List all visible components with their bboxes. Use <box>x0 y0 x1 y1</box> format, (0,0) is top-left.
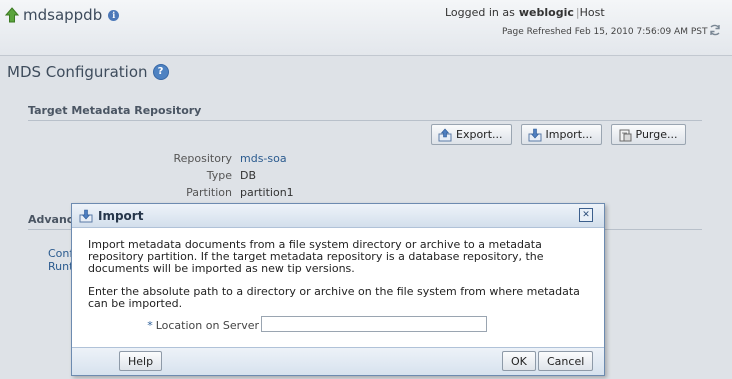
host-link[interactable]: Host <box>580 6 605 19</box>
type-value: DB <box>240 169 257 182</box>
purge-label: Purge... <box>635 128 678 141</box>
purge-button[interactable]: Purge... <box>610 124 687 145</box>
repository-label: Repository <box>173 152 233 165</box>
ok-button[interactable]: OK <box>502 351 536 371</box>
import-dialog: Import ✕ Import metadata documents from … <box>71 203 605 376</box>
logged-in-label: Logged in as <box>445 6 515 19</box>
import-icon <box>79 209 93 222</box>
help-button[interactable]: Help <box>119 351 163 371</box>
required-mark: * <box>147 319 153 332</box>
purge-icon <box>619 129 631 141</box>
app-name: mdsappdb <box>23 6 103 24</box>
type-label: Type <box>206 169 232 182</box>
top-bar: mdsappdb i Logged in as weblogic |Host Pag… <box>0 0 732 56</box>
cancel-button[interactable]: Cancel <box>538 351 594 371</box>
export-icon <box>438 128 452 141</box>
repository-value[interactable]: mds-soa <box>240 152 287 165</box>
dialog-header: Import ✕ <box>72 204 604 228</box>
export-button[interactable]: Export... <box>431 124 512 145</box>
import-icon <box>528 128 541 141</box>
close-icon[interactable]: ✕ <box>579 208 593 222</box>
section-divider <box>28 120 702 121</box>
partition-label: Partition <box>186 186 232 199</box>
login-info: Logged in as weblogic |Host <box>445 6 605 19</box>
page-title-text: MDS Configuration <box>7 63 148 81</box>
export-label: Export... <box>456 128 503 141</box>
dialog-instruction: Enter the absolute path to a directory o… <box>88 285 580 310</box>
import-button[interactable]: Import... <box>520 124 602 145</box>
location-label: * Location on Server <box>147 319 259 332</box>
repository-toolbar: Export... Import... Purge... <box>431 124 687 145</box>
partition-value: partition1 <box>240 186 294 199</box>
user-name: weblogic <box>518 6 574 19</box>
target-repository-heading: Target Metadata Repository <box>28 104 202 117</box>
page-refreshed-text: Page Refreshed Feb 15, 2010 7:56:09 AM P… <box>502 27 708 37</box>
page-title: MDS Configuration ? <box>7 63 169 81</box>
up-arrow-icon[interactable] <box>5 7 19 23</box>
dialog-body: Import metadata documents from a file sy… <box>72 228 604 310</box>
info-icon[interactable]: i <box>108 9 120 21</box>
advanced-heading: Advanc <box>28 213 74 226</box>
help-icon[interactable]: ? <box>152 64 169 80</box>
app-title: mdsappdb i <box>5 6 120 24</box>
refresh-icon[interactable] <box>708 23 722 37</box>
import-label: Import... <box>545 128 593 141</box>
location-on-server-input[interactable] <box>261 316 487 332</box>
dialog-description: Import metadata documents from a file sy… <box>88 238 544 275</box>
location-label-text: Location on Server <box>155 319 259 332</box>
dialog-footer: Help OK Cancel <box>72 347 604 375</box>
dialog-title: Import <box>98 208 144 223</box>
